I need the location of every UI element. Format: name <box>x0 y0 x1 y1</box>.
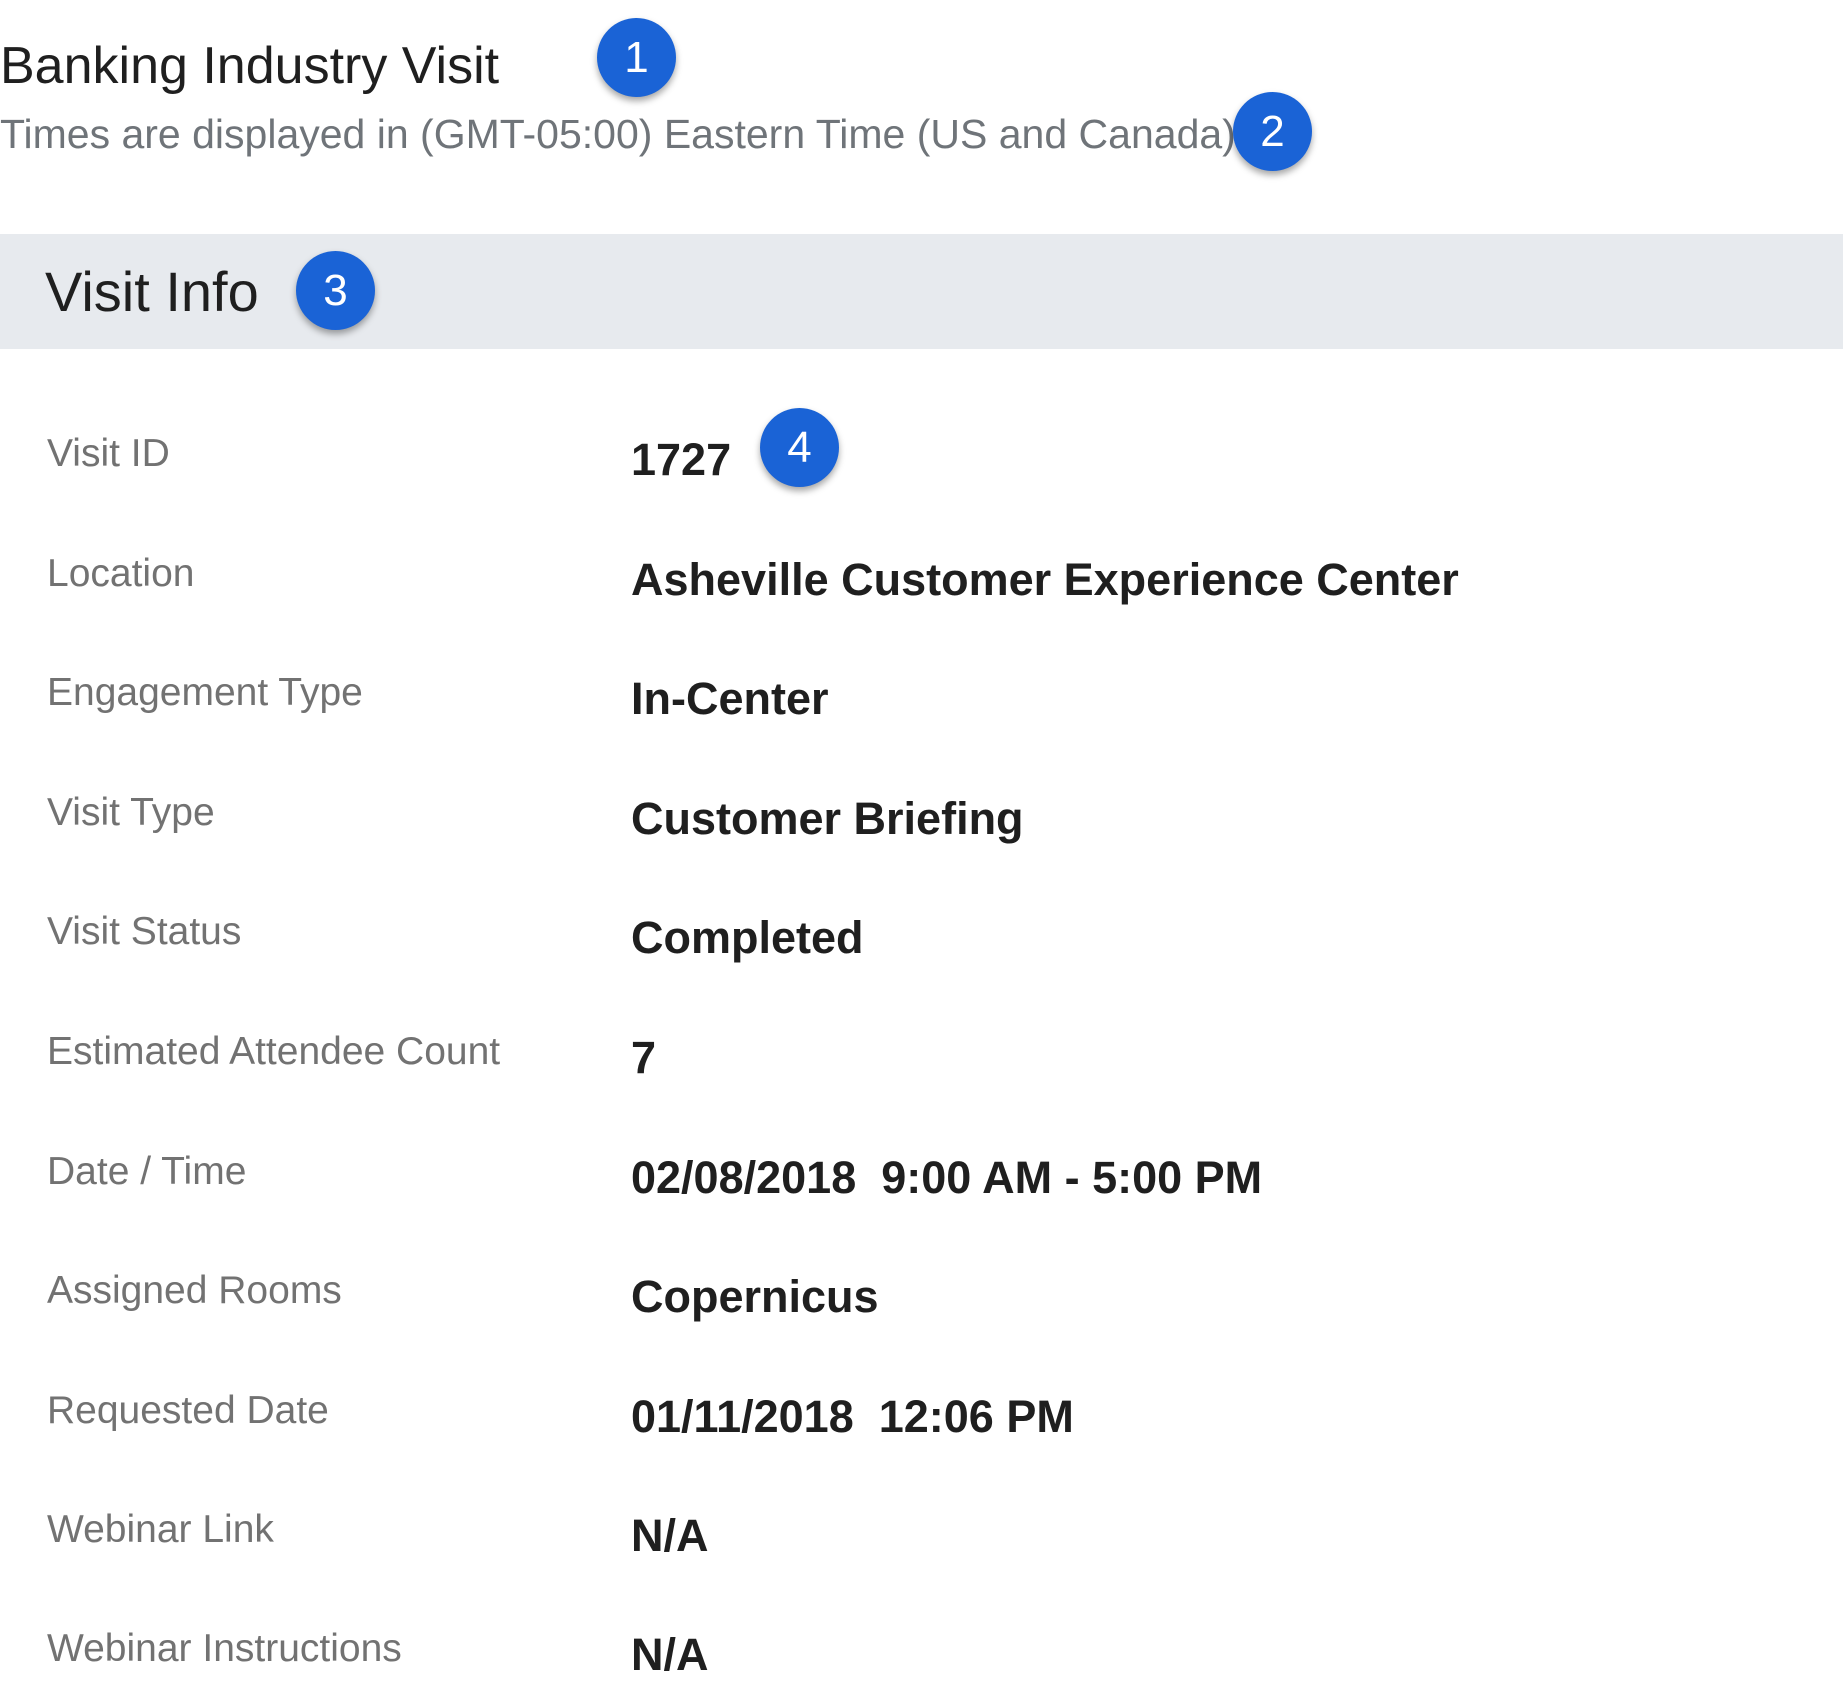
row-label: Estimated Attendee Count <box>47 1030 501 1073</box>
row-label: Assigned Rooms <box>47 1269 342 1312</box>
callout-badge-3: 3 <box>296 251 375 330</box>
info-row-assigned-rooms: Assigned Rooms Copernicus <box>0 1265 1843 1384</box>
section-title: Visit Info <box>45 260 259 323</box>
callout-badge-2: 2 <box>1233 92 1312 171</box>
row-label: Webinar Link <box>47 1508 274 1551</box>
row-value: Asheville Customer Experience Center <box>631 554 1459 605</box>
info-row-visit-type: Visit Type Customer Briefing <box>0 787 1843 906</box>
callout-badge-1: 1 <box>597 18 676 97</box>
visit-info-section-header: Visit Info 3 <box>0 234 1843 349</box>
info-row-webinar-instructions: Webinar Instructions N/A <box>0 1623 1843 1680</box>
row-value: Completed <box>631 912 864 963</box>
row-label: Date / Time <box>47 1150 247 1193</box>
row-value: 02/08/2018 9:00 AM - 5:00 PM <box>631 1152 1263 1203</box>
row-label: Visit ID <box>47 432 170 475</box>
row-label: Location <box>47 552 195 595</box>
info-row-date-time: Date / Time 02/08/2018 9:00 AM - 5:00 PM <box>0 1146 1843 1265</box>
row-label: Requested Date <box>47 1389 329 1432</box>
row-value: N/A <box>631 1629 709 1680</box>
row-value: 1727 <box>631 434 732 485</box>
row-value: 01/11/2018 12:06 PM <box>631 1391 1074 1442</box>
timezone-note: Times are displayed in (GMT-05:00) Easte… <box>0 111 1236 157</box>
info-row-webinar-link: Webinar Link N/A <box>0 1504 1843 1623</box>
row-label: Visit Status <box>47 910 242 953</box>
row-value: 7 <box>631 1032 657 1083</box>
row-value: Customer Briefing <box>631 793 1024 844</box>
callout-badge-4: 4 <box>760 408 839 487</box>
row-value: N/A <box>631 1510 709 1561</box>
info-row-visit-status: Visit Status Completed <box>0 906 1843 1025</box>
info-row-requested-date: Requested Date 01/11/2018 12:06 PM <box>0 1385 1843 1504</box>
row-value: In-Center <box>631 673 829 724</box>
row-label: Webinar Instructions <box>47 1627 402 1670</box>
row-label: Engagement Type <box>47 671 363 714</box>
page-title: Banking Industry Visit <box>0 37 500 95</box>
row-label: Visit Type <box>47 791 215 834</box>
info-row-estimated-attendee-count: Estimated Attendee Count 7 <box>0 1026 1843 1145</box>
info-row-engagement-type: Engagement Type In-Center <box>0 667 1843 786</box>
info-row-visit-id: Visit ID 1727 4 <box>0 408 1843 547</box>
row-value: Copernicus <box>631 1271 879 1322</box>
info-row-location: Location Asheville Customer Experience C… <box>0 548 1843 667</box>
